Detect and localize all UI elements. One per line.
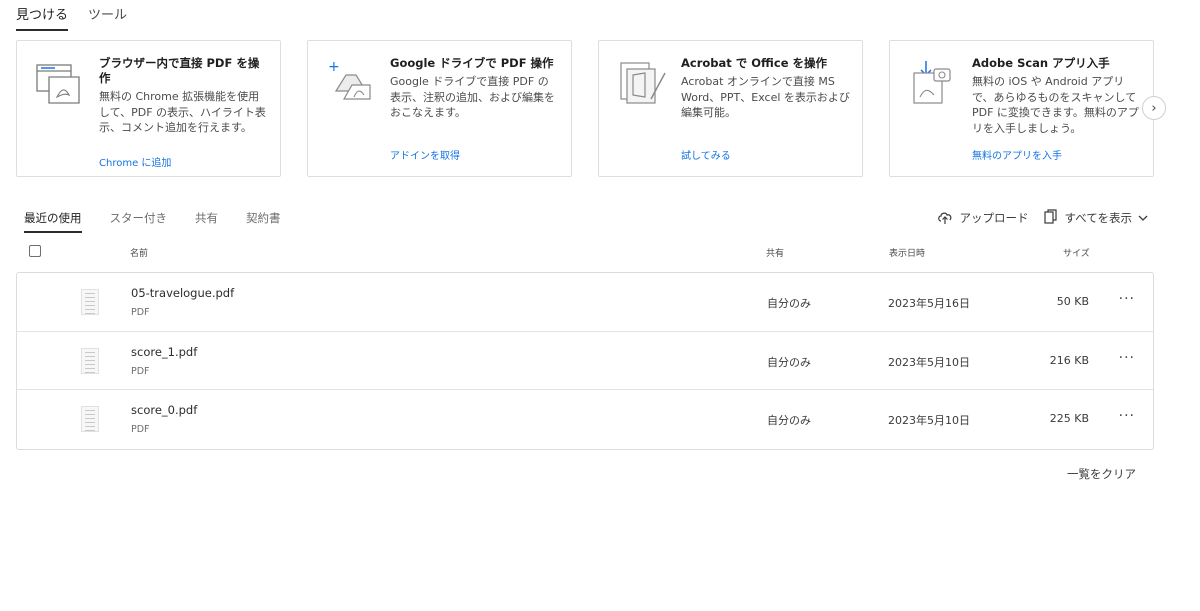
card-description: Acrobat オンラインで直接 MS Word、PPT、Excel を表示およ… <box>681 75 850 119</box>
card-chrome-extension: ブラウザー内で直接 PDF を操作 無料の Chrome 拡張機能を使用して、P… <box>16 40 281 177</box>
file-name[interactable]: score_1.pdf <box>131 345 197 359</box>
show-all-button[interactable]: すべてを表示 <box>1044 209 1148 227</box>
documents-icon <box>1044 209 1058 227</box>
select-all-checkbox[interactable] <box>29 245 41 257</box>
more-options-icon[interactable]: ··· <box>1119 291 1135 307</box>
scan-app-icon <box>908 59 960 107</box>
more-options-icon[interactable]: ··· <box>1119 350 1135 366</box>
get-addin-link[interactable]: アドインを取得 <box>390 147 460 162</box>
cloud-upload-icon <box>937 210 953 227</box>
svg-text:+: + <box>328 59 340 75</box>
file-date: 2023年5月10日 <box>888 414 970 427</box>
file-type: PDF <box>131 307 150 318</box>
file-table: 05-travelogue.pdf PDF 自分のみ 2023年5月16日 50… <box>16 272 1154 450</box>
clear-list-button[interactable]: 一覧をクリア <box>1067 466 1136 482</box>
file-shared: 自分のみ <box>767 414 811 427</box>
file-date: 2023年5月10日 <box>888 355 970 369</box>
column-header-shared[interactable]: 共有 <box>766 246 784 259</box>
table-row[interactable]: score_0.pdf PDF 自分のみ 2023年5月10日 225 KB ·… <box>17 390 1153 449</box>
browser-pdf-icon <box>35 59 87 107</box>
card-title: Google ドライブで PDF 操作 <box>390 56 554 70</box>
file-name[interactable]: 05-travelogue.pdf <box>131 286 234 300</box>
card-google-drive: + Google ドライブで PDF 操作 Google ドライブで直接 PDF… <box>307 40 572 177</box>
top-tab-bar: 見つける ツール <box>16 4 147 31</box>
tab-agreements[interactable]: 契約書 <box>246 210 281 233</box>
tab-tools[interactable]: ツール <box>88 4 127 31</box>
file-shared: 自分のみ <box>767 355 811 369</box>
card-description: 無料の iOS や Android アプリで、あらゆるものをスキャンして PDF… <box>972 75 1139 135</box>
column-header-date[interactable]: 表示日時 <box>889 246 925 259</box>
card-description: Google ドライブで直接 PDF の表示、注釈の追加、および編集をおこなえま… <box>390 75 555 119</box>
file-table-header: 名前 共有 表示日時 サイズ <box>16 244 1154 260</box>
google-drive-pdf-icon: + <box>326 59 378 107</box>
file-date: 2023年5月16日 <box>888 297 970 310</box>
chevron-right-icon[interactable]: › <box>1142 96 1166 120</box>
tab-discover[interactable]: 見つける <box>16 4 69 31</box>
file-type: PDF <box>131 365 150 377</box>
card-title: Acrobat で Office を操作 <box>681 56 828 70</box>
pdf-thumbnail <box>81 289 99 315</box>
table-row[interactable]: score_1.pdf PDF 自分のみ 2023年5月10日 216 KB ·… <box>17 332 1153 390</box>
get-free-app-link[interactable]: 無料のアプリを入手 <box>972 147 1062 162</box>
try-it-link[interactable]: 試してみる <box>681 147 731 162</box>
tab-recent[interactable]: 最近の使用 <box>24 210 82 233</box>
file-size: 216 KB <box>1049 353 1089 367</box>
add-to-chrome-link[interactable]: Chrome に追加 <box>99 154 171 169</box>
pdf-thumbnail <box>81 347 99 374</box>
file-section-tabs: 最近の使用 スター付き 共有 契約書 <box>24 210 309 233</box>
file-shared: 自分のみ <box>767 297 811 310</box>
card-description: 無料の Chrome 拡張機能を使用して、PDF の表示、ハイライト表示、コメン… <box>99 90 266 134</box>
column-header-size[interactable]: サイズ <box>1063 246 1090 259</box>
pdf-thumbnail <box>81 406 99 432</box>
more-options-icon[interactable]: ··· <box>1119 408 1135 424</box>
column-header-name[interactable]: 名前 <box>130 246 148 259</box>
upload-label: アップロード <box>959 211 1029 225</box>
tab-starred[interactable]: スター付き <box>110 210 168 233</box>
file-name[interactable]: score_0.pdf <box>131 403 197 417</box>
file-actions: アップロード すべてを表示 <box>937 209 1148 227</box>
card-title: Adobe Scan アプリ入手 <box>972 56 1110 70</box>
chevron-down-icon <box>1138 211 1148 225</box>
upload-button[interactable]: アップロード <box>937 210 1028 227</box>
office-pdf-icon <box>617 59 669 107</box>
card-title: ブラウザー内で直接 PDF を操作 <box>99 56 260 85</box>
show-all-label: すべてを表示 <box>1064 211 1132 225</box>
promo-cards: ブラウザー内で直接 PDF を操作 無料の Chrome 拡張機能を使用して、P… <box>16 40 1154 177</box>
card-adobe-scan: Adobe Scan アプリ入手 無料の iOS や Android アプリで、… <box>889 40 1154 177</box>
tab-shared[interactable]: 共有 <box>195 210 218 233</box>
file-type: PDF <box>131 424 150 435</box>
card-office: Acrobat で Office を操作 Acrobat オンラインで直接 MS… <box>598 40 863 177</box>
table-row[interactable]: 05-travelogue.pdf PDF 自分のみ 2023年5月16日 50… <box>17 273 1153 332</box>
file-size: 225 KB <box>1049 412 1089 425</box>
file-size: 50 KB <box>1056 295 1089 308</box>
